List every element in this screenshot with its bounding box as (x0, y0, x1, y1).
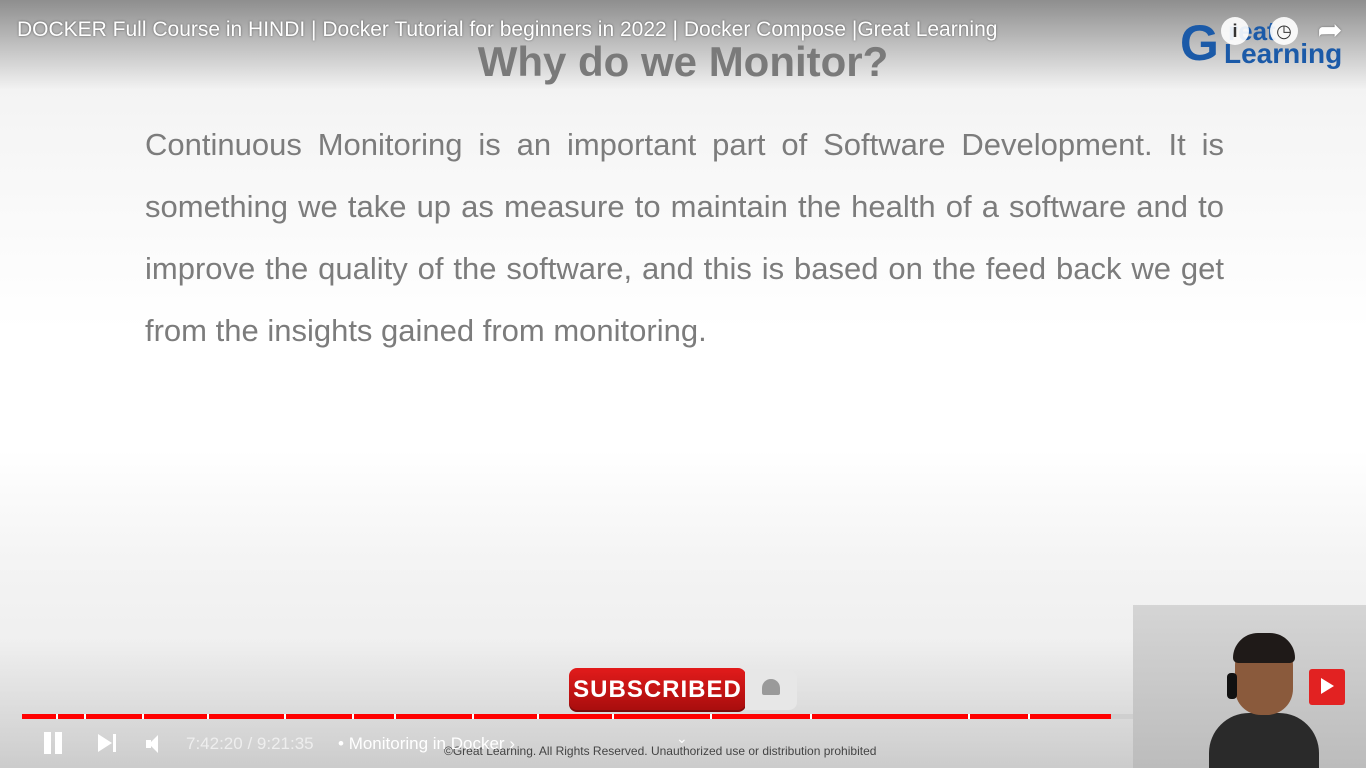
current-time: 7:42:20 (186, 734, 243, 753)
chapter-marker (537, 714, 539, 719)
chapter-marker (142, 714, 144, 719)
next-icon[interactable] (98, 734, 118, 752)
chapter-marker (207, 714, 209, 719)
progress-played (22, 714, 1112, 719)
pause-icon[interactable] (42, 732, 64, 754)
duration: 9:21:35 (256, 734, 314, 753)
time-display: 7:42:20 / 9:21:35 (186, 734, 314, 753)
presenter-webcam (1133, 605, 1366, 768)
chapter-marker (968, 714, 970, 719)
subscribe-animation: SUBSCRIBED (569, 668, 799, 713)
chapter-marker (56, 714, 58, 719)
chapter-marker (394, 714, 396, 719)
chapter-marker (1028, 714, 1030, 719)
presenter-figure (1209, 633, 1319, 768)
chapter-marker (810, 714, 812, 719)
chapter-marker (710, 714, 712, 719)
chapter-marker (284, 714, 286, 719)
chapter-title[interactable]: • Monitoring in Docker › (338, 734, 515, 754)
share-icon[interactable]: ➦ (1316, 16, 1344, 46)
volume-icon[interactable] (146, 735, 166, 753)
chapter-marker (472, 714, 474, 719)
slide-heading: Why do we Monitor? (477, 38, 889, 85)
slide-body-text: Continuous Monitoring is an important pa… (145, 127, 1224, 348)
chapter-marker (352, 714, 354, 719)
logo-letter: G (1180, 15, 1219, 71)
chevron-down-icon[interactable]: ⌄ (676, 730, 688, 747)
chapter-marker (612, 714, 614, 719)
clock-icon[interactable]: ◷ (1270, 17, 1298, 45)
bell-button[interactable] (745, 670, 797, 710)
chapter-marker (84, 714, 86, 719)
youtube-subscribe-icon (1309, 669, 1345, 705)
subscribed-button[interactable]: SUBSCRIBED (569, 668, 746, 712)
video-player[interactable]: Why do we Monitor? Continuous Monitoring… (0, 0, 1366, 768)
video-title[interactable]: DOCKER Full Course in HINDI | Docker Tut… (17, 18, 997, 42)
info-icon[interactable]: i (1221, 17, 1249, 45)
bell-icon (762, 679, 780, 695)
chapter-name: Monitoring in Docker (348, 734, 505, 753)
chapter-separator: • (338, 734, 344, 753)
chapter-arrow-icon: › (509, 734, 515, 753)
